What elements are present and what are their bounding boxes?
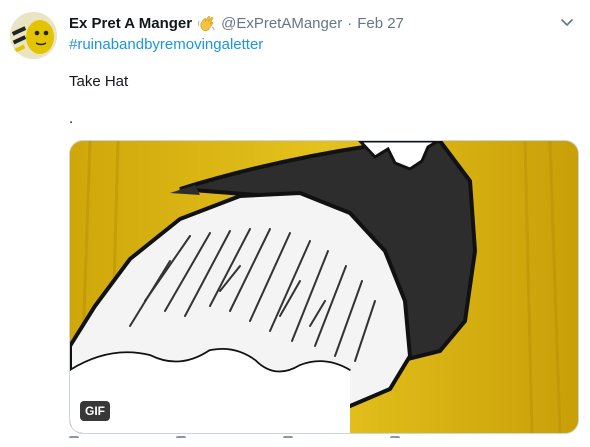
retweet-icon[interactable]: [176, 436, 186, 447]
avatar[interactable]: [10, 12, 57, 59]
user-handle[interactable]: @ExPretAManger: [221, 15, 342, 32]
gif-badge: GIF: [80, 401, 110, 421]
gif-media[interactable]: GIF: [69, 140, 579, 434]
share-icon[interactable]: [390, 436, 400, 447]
hashtag-link[interactable]: #ruinabandbyremovingaletter: [69, 36, 263, 53]
tweet-actions-row: [69, 436, 489, 445]
chevron-down-icon[interactable]: [558, 14, 576, 32]
tweet-date[interactable]: Feb 27: [357, 15, 404, 32]
separator-dot: ·: [347, 14, 353, 32]
gif-frame-illustration: [70, 141, 578, 433]
tweet-text-second-line: .: [69, 110, 74, 127]
display-name[interactable]: Ex Pret A Manger: [69, 15, 192, 32]
like-icon[interactable]: [283, 436, 293, 447]
tweet-text: Take Hat: [69, 73, 129, 90]
tweet-header: Ex Pret A Manger @ExPretAManger · Feb 27: [69, 12, 580, 34]
waving-hand-emoji-icon: [198, 15, 215, 32]
reply-icon[interactable]: [69, 436, 79, 447]
